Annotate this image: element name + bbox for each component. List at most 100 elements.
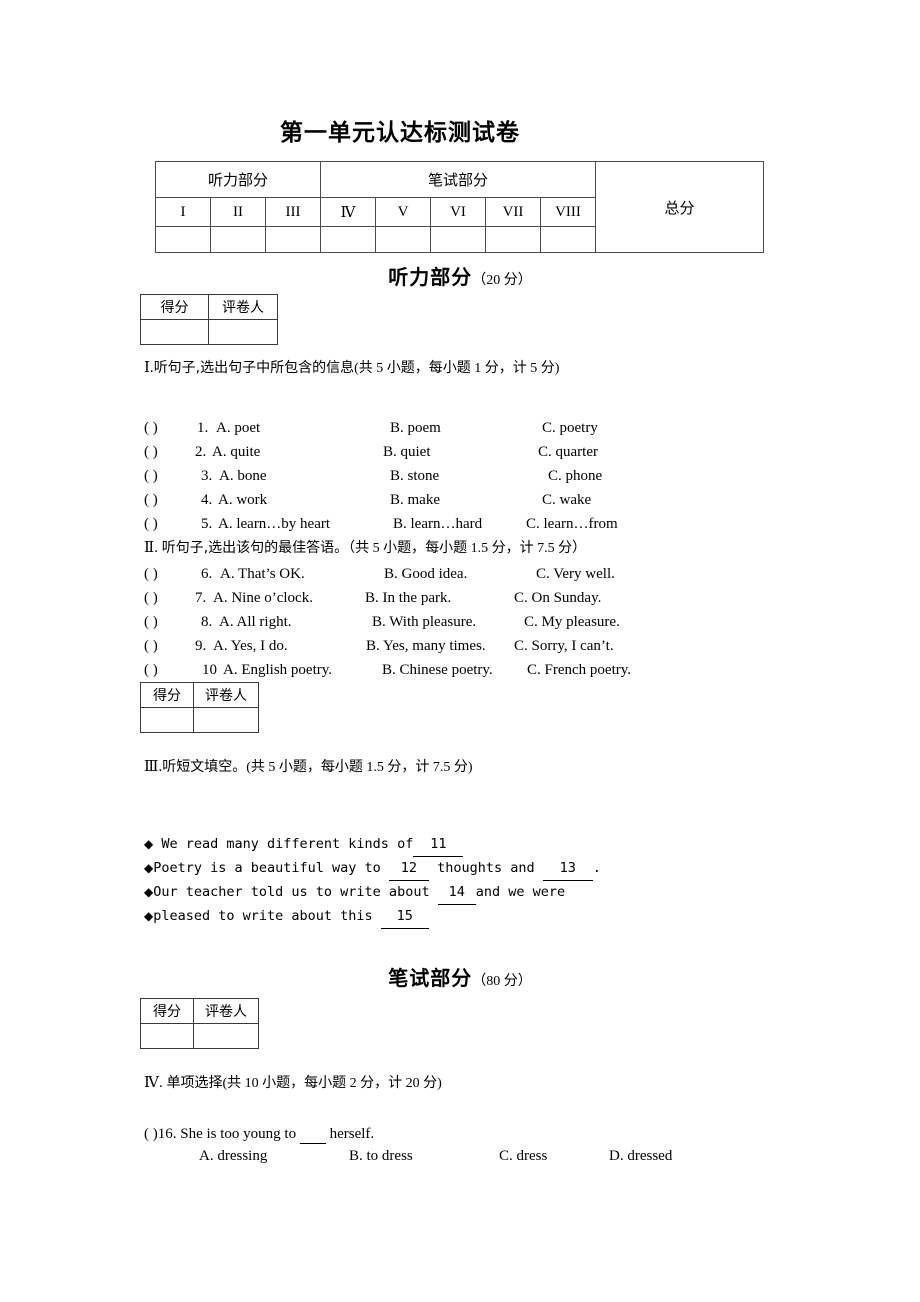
diamond-bullet-icon: ◆	[144, 885, 154, 899]
q7-option-a[interactable]: A. Nine o’clock.	[213, 590, 313, 607]
q10-number: 10	[202, 662, 217, 678]
question-row-7[interactable]: ( ) 7. A. Nine o’clock. B. In the park. …	[144, 590, 864, 614]
numeral-1: I	[155, 197, 211, 227]
q9-option-a[interactable]: A. Yes, I do.	[213, 638, 288, 655]
answer-bracket-5[interactable]: ( )	[144, 516, 158, 533]
q1-option-c[interactable]: C. poetry	[542, 420, 598, 437]
score-cell-4[interactable]	[320, 226, 376, 253]
question-row-4[interactable]: ( ) 4. A. work B. make C. wake	[144, 492, 864, 516]
q16-option-d[interactable]: D. dressed	[609, 1148, 672, 1165]
q2-option-c[interactable]: C. quarter	[538, 444, 598, 461]
q3-option-c[interactable]: C. phone	[548, 468, 602, 485]
q2-option-a[interactable]: A. quite	[212, 444, 260, 461]
grader-marker-label: 评卷人	[193, 682, 259, 708]
q16-option-a[interactable]: A. dressing	[199, 1148, 267, 1165]
grader-box-listening-2: 得分 评卷人	[140, 682, 259, 733]
cloze-line-12-13: ◆Poetry is a beautiful way to 12 thought…	[144, 856, 601, 881]
answer-bracket-10[interactable]: ( )	[144, 662, 158, 679]
score-cell-2[interactable]	[210, 226, 266, 253]
numeral-2: II	[210, 197, 266, 227]
q16-option-b[interactable]: B. to dress	[349, 1148, 413, 1165]
q6-option-c[interactable]: C. Very well.	[536, 566, 615, 583]
summary-score-table: 听力部分 笔试部分 总分 I II III Ⅳ V VI VII VIII	[155, 161, 764, 253]
cloze-text-14-pre: Our teacher told us to write about	[153, 884, 438, 900]
cloze-blank-15[interactable]: 15	[380, 904, 429, 929]
q7-option-c[interactable]: C. On Sunday.	[514, 590, 601, 607]
question-row-16[interactable]: ( )16. She is too young to herself.	[144, 1124, 374, 1144]
q4-option-b[interactable]: B. make	[390, 492, 440, 509]
q16-option-c[interactable]: C. dress	[499, 1148, 547, 1165]
q8-option-c[interactable]: C. My pleasure.	[524, 614, 620, 631]
answer-bracket-6[interactable]: ( )	[144, 566, 158, 583]
answer-bracket-4[interactable]: ( )	[144, 492, 158, 509]
score-cell-7[interactable]	[485, 226, 541, 253]
exam-paper-page: 第一单元认达标测试卷 听力部分 笔试部分 总分 I II III Ⅳ V VI …	[0, 0, 920, 1302]
q16-answer-blank[interactable]	[299, 1130, 326, 1144]
q2-option-b[interactable]: B. quiet	[383, 444, 431, 461]
answer-bracket-9[interactable]: ( )	[144, 638, 158, 655]
score-cell-6[interactable]	[430, 226, 486, 253]
grader-score-value[interactable]	[140, 1023, 194, 1049]
cloze-text-14-mid: and we were	[475, 884, 566, 900]
q7-option-b[interactable]: B. In the park.	[365, 590, 451, 607]
question-row-3[interactable]: ( ) 3. A. bone B. stone C. phone	[144, 468, 864, 492]
q3-option-b[interactable]: B. stone	[390, 468, 439, 485]
q8-option-b[interactable]: B. With pleasure.	[372, 614, 476, 631]
answer-bracket-3[interactable]: ( )	[144, 468, 158, 485]
answer-bracket-2[interactable]: ( )	[144, 444, 158, 461]
answer-bracket-7[interactable]: ( )	[144, 590, 158, 607]
grader-marker-value[interactable]	[208, 319, 278, 345]
q9-option-b[interactable]: B. Yes, many times.	[366, 638, 486, 655]
q5-option-c[interactable]: C. learn…from	[526, 516, 618, 533]
q9-option-c[interactable]: C. Sorry, I can’t.	[514, 638, 614, 655]
cloze-blank-11[interactable]: 11	[413, 832, 464, 857]
cloze-blank-12[interactable]: 12	[388, 856, 429, 881]
question-row-9[interactable]: ( ) 9. A. Yes, I do. B. Yes, many times.…	[144, 638, 864, 662]
score-cell-5[interactable]	[375, 226, 431, 253]
grader-marker-value[interactable]	[193, 1023, 259, 1049]
written-banner-title: 笔试部分	[388, 966, 473, 990]
grader-marker-value[interactable]	[193, 707, 259, 733]
question-row-2[interactable]: ( ) 2. A. quite B. quiet C. quarter	[144, 444, 864, 468]
q4-option-c[interactable]: C. wake	[542, 492, 591, 509]
cloze-blank-13[interactable]: 13	[542, 856, 593, 881]
q10-option-a[interactable]: A. English poetry.	[223, 662, 332, 679]
numeral-4: Ⅳ	[320, 197, 376, 227]
page-title: 第一单元认达标测试卷	[280, 120, 520, 146]
q10-option-b[interactable]: B. Chinese poetry.	[382, 662, 493, 679]
question-16-options[interactable]: A. dressing B. to dress C. dress D. dres…	[144, 1148, 864, 1172]
listening-banner-points: （20 分）	[472, 273, 532, 288]
part2-roman: Ⅱ.	[144, 540, 158, 556]
grader-score-value[interactable]	[140, 319, 209, 345]
answer-bracket-1[interactable]: ( )	[144, 420, 158, 437]
question-row-6[interactable]: ( ) 6. A. That’s OK. B. Good idea. C. Ve…	[144, 566, 864, 590]
q1-option-b[interactable]: B. poem	[390, 420, 441, 437]
numeral-8: VIII	[540, 197, 596, 227]
grader-marker-label: 评卷人	[208, 294, 278, 320]
q5-option-b[interactable]: B. learn…hard	[393, 516, 482, 533]
written-banner-points: （80 分）	[472, 974, 532, 989]
q16-number: 16.	[157, 1126, 177, 1142]
score-cell-8[interactable]	[540, 226, 596, 253]
score-cell-1[interactable]	[155, 226, 211, 253]
q6-option-a[interactable]: A. That’s OK.	[220, 566, 305, 583]
question-row-5[interactable]: ( ) 5. A. learn…by heart B. learn…hard C…	[144, 516, 864, 540]
q6-option-b[interactable]: B. Good idea.	[384, 566, 467, 583]
cloze-text-15-pre: pleased to write about this	[153, 908, 381, 924]
grader-score-value[interactable]	[140, 707, 194, 733]
question-row-1[interactable]: ( ) 1. A. poet B. poem C. poetry	[144, 420, 864, 444]
score-cell-3[interactable]	[265, 226, 321, 253]
answer-bracket-8[interactable]: ( )	[144, 614, 158, 631]
question-row-8[interactable]: ( ) 8. A. All right. B. With pleasure. C…	[144, 614, 864, 638]
q3-option-a[interactable]: A. bone	[219, 468, 267, 485]
q8-option-a[interactable]: A. All right.	[219, 614, 292, 631]
answer-bracket-16[interactable]: ( )	[144, 1126, 158, 1142]
q10-option-c[interactable]: C. French poetry.	[527, 662, 631, 679]
q8-number: 8.	[201, 614, 213, 630]
q1-option-a[interactable]: A. poet	[216, 420, 260, 437]
q5-option-a[interactable]: A. learn…by heart	[218, 516, 330, 533]
q4-option-a[interactable]: A. work	[218, 492, 267, 509]
diamond-bullet-icon: ◆	[144, 861, 154, 875]
part3-heading-points: (共 5 小题，每小题 1.5 分，计 7.5 分)	[246, 760, 473, 775]
cloze-blank-14[interactable]: 14	[437, 880, 476, 905]
